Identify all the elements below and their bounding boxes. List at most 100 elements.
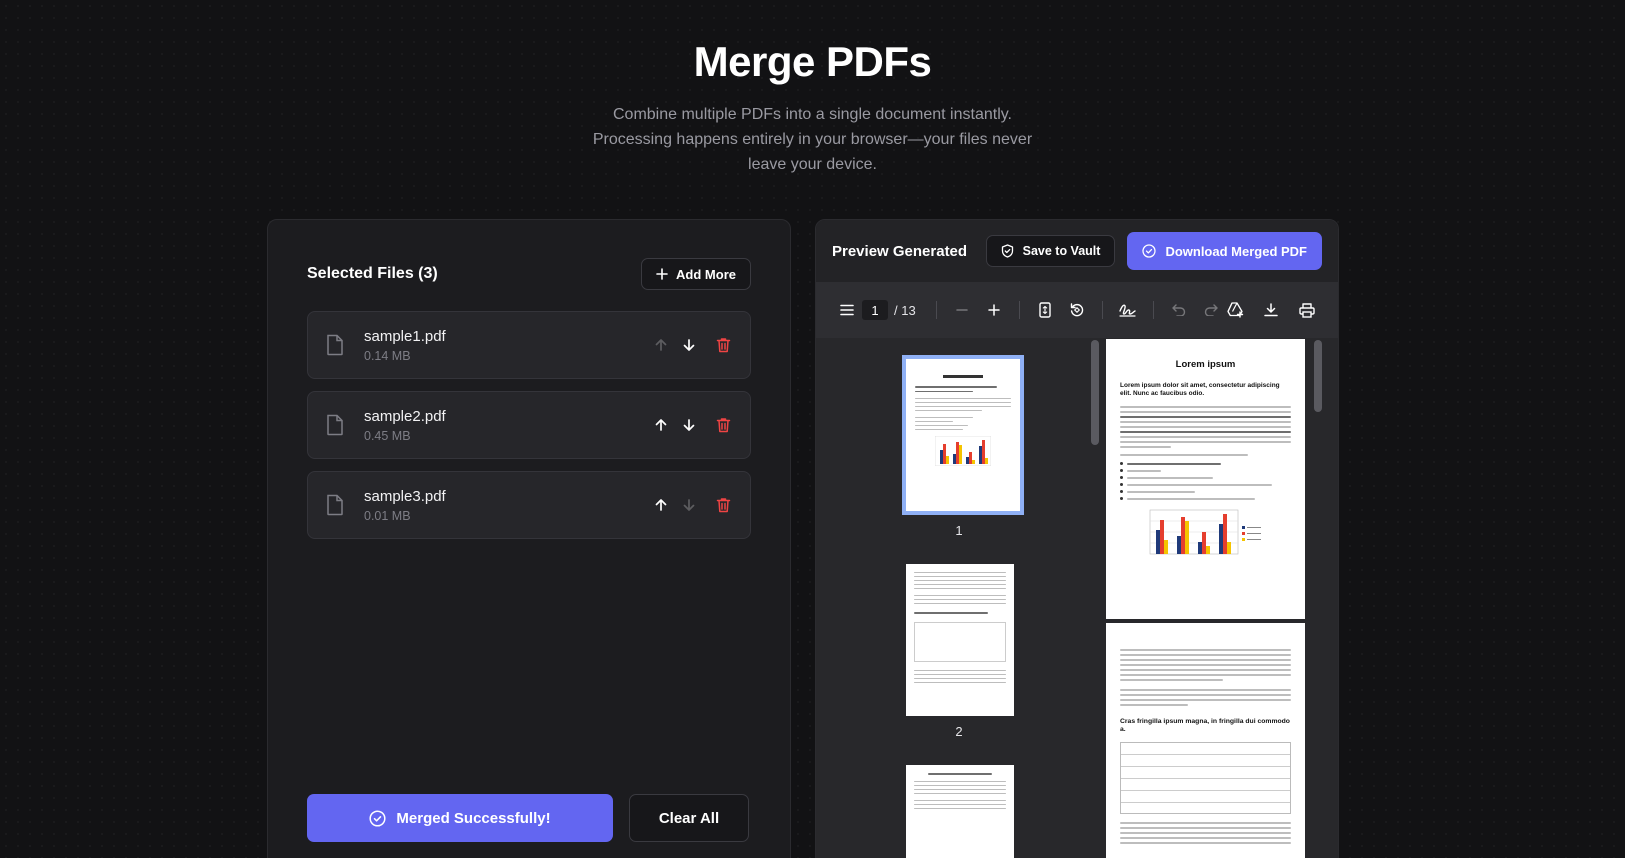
bullet-item [1120,497,1291,500]
trash-icon[interactable] [714,496,732,514]
menu-icon[interactable] [838,301,856,319]
thumbnail-text [914,612,988,614]
thumbnail-text [914,807,1006,809]
file-list: sample1.pdf 0.14 MB sample2.pdf 0.45 MB … [307,311,751,551]
body-text [1120,411,1291,413]
zoom-out-icon[interactable] [953,301,971,319]
files-panel-header: Selected Files (3) Add More [307,258,751,290]
redo-icon[interactable] [1202,301,1220,319]
move-up-icon[interactable] [652,496,670,514]
thumbnail-text [915,410,983,411]
page-subtitle: Combine multiple PDFs into a single docu… [592,106,1033,173]
bullet-item [1120,476,1291,479]
thumbnail-text [914,599,1006,600]
add-more-button[interactable]: Add More [641,258,751,290]
download-icon[interactable] [1262,301,1280,319]
print-icon[interactable] [1298,301,1316,319]
merge-status-button[interactable]: Merged Successfully! [307,794,613,842]
thumbnail-text [914,669,1006,671]
move-up-icon[interactable] [652,336,670,354]
pdf-page-1: Lorem ipsum Lorem ipsum dolor sit amet, … [1106,339,1305,619]
download-merged-label: Download Merged PDF [1165,243,1307,259]
thumbnail-text [915,421,954,422]
thumbnail-page-3[interactable] [906,765,1014,858]
body-text [1120,654,1291,656]
thumbnail-sidebar[interactable]: 1 2 [816,338,1102,858]
thumbnail-text [914,673,1006,675]
thumbnail-text [914,681,1006,683]
signature-icon[interactable] [1119,301,1137,319]
file-actions [652,416,732,434]
body-text [1120,827,1291,829]
thumbnail-page-2[interactable] [906,564,1014,716]
file-icon [326,334,344,356]
undo-icon[interactable] [1170,301,1188,319]
file-item: sample3.pdf 0.01 MB [307,471,751,539]
body-text [1120,822,1291,824]
body-text [1120,694,1291,696]
thumbnail-text [915,429,963,430]
move-up-icon[interactable] [652,416,670,434]
thumbnail-text [914,595,1006,596]
thumbnail-text [914,584,1006,585]
add-more-label: Add More [676,266,736,282]
bullet-item [1120,462,1291,465]
body-text [1120,454,1249,456]
section-heading: Cras fringilla ipsum magna, in fringilla… [1120,718,1290,733]
file-item: sample2.pdf 0.45 MB [307,391,751,459]
body-text [1120,699,1291,701]
files-panel: Selected Files (3) Add More sample1.pdf … [267,219,791,858]
viewer-toolbar: / 13 [816,282,1338,338]
page-view[interactable]: Lorem ipsum Lorem ipsum dolor sit amet, … [1102,338,1338,858]
trash-icon[interactable] [714,416,732,434]
file-name: sample3.pdf [364,488,446,505]
body-text [1120,421,1291,423]
rotate-icon[interactable] [1068,301,1086,319]
thumbnail-text [915,386,997,388]
files-panel-footer: Merged Successfully! Clear All [307,794,751,842]
thumbnail-text [914,803,1006,805]
body-text [1120,837,1291,839]
bullet-item [1120,469,1291,472]
page-number-input[interactable] [862,300,888,320]
thumbnail-text [915,390,973,392]
file-meta: sample2.pdf 0.45 MB [364,407,652,443]
toolbar-divider [1152,301,1154,319]
page-fit-icon[interactable] [1036,301,1054,319]
check-circle-icon [369,809,386,827]
file-icon [326,414,344,436]
shield-icon [1001,244,1014,258]
body-text [1120,674,1291,676]
page-total: / 13 [894,302,916,318]
thumbnail-page-1[interactable] [902,355,1024,515]
zoom-in-icon[interactable] [985,301,1003,319]
drive-upload-icon[interactable] [1226,301,1244,319]
trash-icon[interactable] [714,336,732,354]
move-down-icon[interactable] [680,496,698,514]
thumbnail-label: 1 [955,523,963,538]
preview-header: Preview Generated Save to Vault Download… [816,220,1338,282]
clear-all-button[interactable]: Clear All [629,794,749,842]
thumbnail-scrollbar[interactable] [1091,340,1099,445]
body-text [1120,664,1291,666]
page-scrollbar[interactable] [1314,340,1322,412]
file-item: sample1.pdf 0.14 MB [307,311,751,379]
toolbar-divider [1018,301,1020,319]
body-text [1120,426,1291,428]
download-merged-button[interactable]: Download Merged PDF [1127,232,1322,270]
body-text [1120,436,1291,438]
thumbnail-text [914,603,1006,604]
move-down-icon[interactable] [680,416,698,434]
thumbnail-table [914,621,1006,662]
thumbnail-text [914,588,1006,589]
file-name: sample2.pdf [364,408,446,425]
preview-heading: Preview Generated [832,242,968,260]
thumbnail-text [914,580,1006,581]
save-to-vault-button[interactable]: Save to Vault [985,235,1116,267]
bullet-item [1120,483,1291,486]
move-down-icon[interactable] [680,336,698,354]
file-name: sample1.pdf [364,328,446,345]
thumbnail-text [914,799,1006,801]
body-text [1120,679,1223,681]
body-text [1120,842,1291,844]
